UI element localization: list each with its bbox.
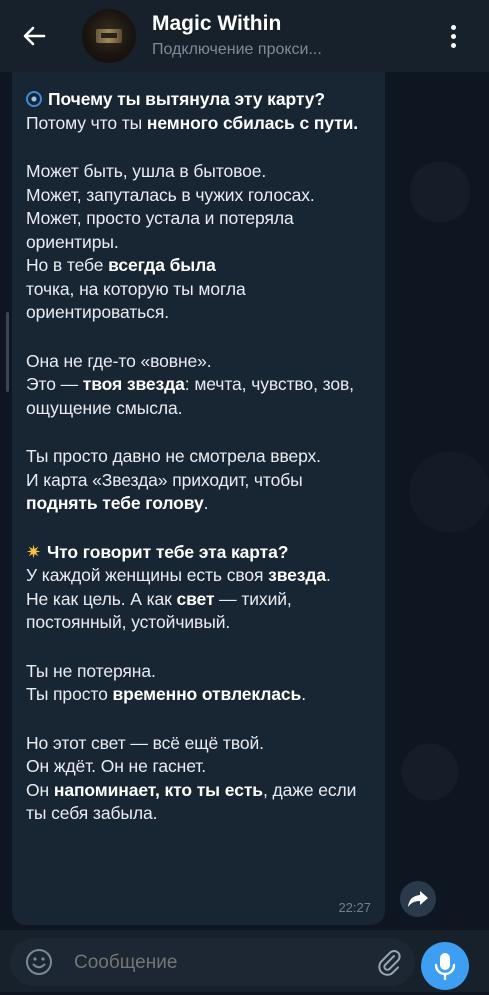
vertical-dots-icon[interactable] xyxy=(444,20,464,52)
back-arrow-icon[interactable] xyxy=(18,20,50,52)
message-text: Почему ты вытянула эту карту? Потому что… xyxy=(26,89,359,823)
glowing-star-emoji-icon: ✷ xyxy=(26,541,41,562)
microphone-icon[interactable] xyxy=(421,942,469,990)
composer-field[interactable] xyxy=(10,938,415,986)
scroll-indicator[interactable] xyxy=(6,312,9,392)
chat-header: Magic Within Подключение прокси... xyxy=(0,0,489,72)
message-input[interactable] xyxy=(72,949,306,977)
heading-what-card-says: Что говорит тебе эта карта? xyxy=(46,541,289,562)
message-bubble[interactable]: Почему ты вытянула эту карту? Потому что… xyxy=(12,72,385,925)
paperclip-icon[interactable] xyxy=(374,947,404,977)
smiley-icon[interactable] xyxy=(24,947,54,977)
heading-why-card: Почему ты вытянула эту карту? xyxy=(48,89,325,109)
avatar[interactable] xyxy=(82,9,136,63)
share-arrow-icon[interactable] xyxy=(400,881,436,917)
message-time: 22:27 xyxy=(338,900,371,915)
chat-title[interactable]: Magic Within xyxy=(152,12,281,36)
connection-status: Подключение прокси... xyxy=(152,41,322,58)
chat-area[interactable]: Почему ты вытянула эту карту? Потому что… xyxy=(0,72,489,930)
message-composer xyxy=(0,930,489,992)
cyclone-emoji-icon xyxy=(26,91,42,107)
